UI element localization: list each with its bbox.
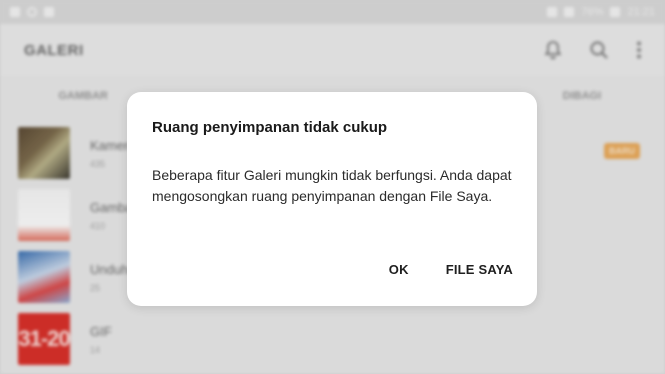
dialog-title: Ruang penyimpanan tidak cukup [152, 119, 388, 136]
dialog-message: Beberapa fitur Galeri mungkin tidak berf… [152, 167, 512, 204]
file-saya-button[interactable]: FILE SAYA [446, 262, 513, 277]
dialog-actions: OK FILE SAYA [389, 262, 513, 277]
storage-warning-dialog: Ruang penyimpanan tidak cukup Beberapa f… [127, 92, 537, 306]
ok-button[interactable]: OK [389, 262, 409, 277]
